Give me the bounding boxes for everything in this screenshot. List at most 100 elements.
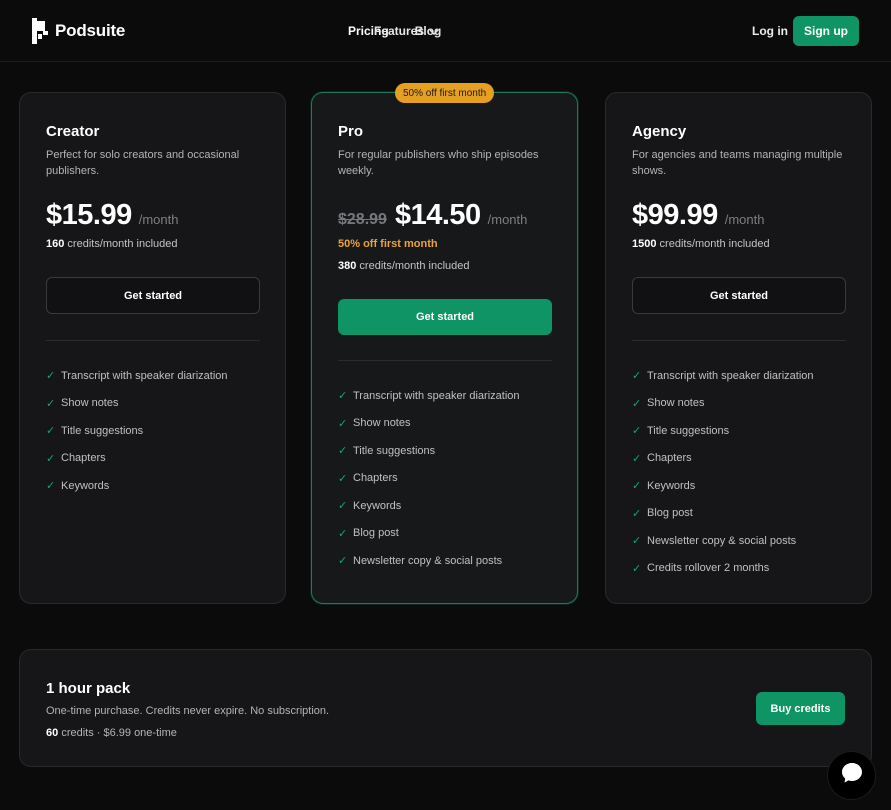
- check-icon: ✓: [46, 370, 56, 383]
- feature-label: Chapters: [353, 472, 398, 485]
- price-period: /month: [724, 212, 765, 227]
- pack-credits: 60 credits · $6.99 one-time: [46, 727, 177, 739]
- nav-features[interactable]: Features: [374, 24, 439, 38]
- credits-count: 1500: [632, 238, 657, 250]
- plan-credits: 380 credits/month included: [338, 260, 469, 272]
- plan-price: $15.99: [46, 199, 132, 231]
- feature-label: Chapters: [61, 452, 106, 465]
- check-icon: ✓: [338, 472, 348, 485]
- feature-item: ✓ Keywords: [338, 492, 520, 520]
- feature-label: Newsletter copy & social posts: [353, 554, 503, 567]
- site-header: Podsuite Features Pricing Blog Log in Si…: [0, 0, 891, 62]
- check-icon: ✓: [338, 417, 348, 430]
- feature-label: Title suggestions: [647, 424, 730, 437]
- original-price: $28.99: [338, 211, 387, 228]
- chat-widget-button[interactable]: [827, 751, 876, 800]
- pack-title: 1 hour pack: [46, 680, 131, 697]
- main-nav: Features Pricing Blog: [348, 24, 441, 38]
- check-icon: ✓: [338, 445, 348, 458]
- feature-item: ✓ Transcript with speaker diarization: [632, 362, 814, 390]
- discount-text: 50% off first month: [338, 238, 438, 250]
- plan-description: Perfect for solo creators and occasional…: [46, 149, 240, 177]
- feature-item: ✓ Title suggestions: [46, 417, 228, 445]
- feature-label: Blog post: [353, 527, 399, 540]
- feature-label: Show notes: [353, 417, 411, 430]
- plan-price: $14.50: [394, 199, 481, 231]
- login-link[interactable]: Log in: [752, 24, 788, 38]
- feature-item: ✓ Chapters: [632, 445, 814, 473]
- credits-count: 380: [338, 260, 357, 272]
- podsuite-logo-icon: [32, 18, 48, 44]
- check-icon: ✓: [632, 535, 642, 548]
- price-period: /month: [487, 212, 528, 227]
- plan-card-agency: Agency For agencies and teams managing m…: [605, 92, 872, 604]
- promo-badge: 50% off first month: [395, 83, 495, 103]
- check-icon: ✓: [338, 500, 348, 513]
- credits-text: credits/month included: [359, 260, 470, 272]
- plan-name: Pro: [338, 123, 364, 140]
- check-icon: ✓: [632, 480, 642, 493]
- feature-item: ✓ Credits rollover 2 months: [632, 555, 814, 583]
- plan-card-creator: Creator Perfect for solo creators and oc…: [19, 92, 286, 604]
- feature-label: Title suggestions: [61, 424, 144, 437]
- brand-name: Podsuite: [55, 21, 126, 40]
- feature-item: ✓ Keywords: [46, 472, 228, 500]
- divider: [46, 340, 260, 341]
- check-icon: ✓: [632, 425, 642, 438]
- feature-item: ✓ Transcript with speaker diarization: [338, 382, 520, 410]
- feature-label: Keywords: [353, 499, 402, 512]
- credits-count: 160: [46, 238, 65, 250]
- price-row: $15.99 /month: [46, 199, 178, 232]
- feature-label: Chapters: [647, 452, 692, 465]
- feature-label: Transcript with speaker diarization: [353, 389, 520, 402]
- check-icon: ✓: [632, 562, 642, 575]
- check-icon: ✓: [632, 452, 642, 465]
- get-started-button[interactable]: Get started: [338, 299, 552, 335]
- feature-label: Newsletter copy & social posts: [647, 534, 797, 547]
- feature-item: ✓ Title suggestions: [338, 437, 520, 465]
- feature-list: ✓ Transcript with speaker diarization ✓ Sh…: [632, 362, 814, 582]
- feature-label: Keywords: [61, 479, 110, 492]
- feature-label: Blog post: [647, 507, 693, 520]
- brand-logo[interactable]: Podsuite: [32, 18, 125, 44]
- check-icon: ✓: [632, 507, 642, 520]
- get-started-button[interactable]: Get started: [632, 277, 846, 314]
- plan-name: Creator: [46, 123, 100, 140]
- feature-item: ✓ Show notes: [632, 390, 814, 418]
- check-icon: ✓: [632, 370, 642, 383]
- pack-credits-text: credits · $6.99 one-time: [61, 727, 177, 739]
- plan-price: $99.99: [632, 199, 718, 231]
- feature-label: Keywords: [647, 479, 696, 492]
- feature-label: Show notes: [647, 397, 705, 410]
- pack-description: One-time purchase. Credits never expire.…: [46, 705, 330, 717]
- feature-item: ✓ Title suggestions: [632, 417, 814, 445]
- feature-item: ✓ Newsletter copy & social posts: [632, 527, 814, 555]
- plan-card-pro: 50% off first month Pro For regular publ…: [311, 83, 578, 604]
- plan-credits: 1500 credits/month included: [632, 238, 770, 250]
- signup-button[interactable]: Sign up: [793, 16, 859, 46]
- price-row: $99.99 /month: [632, 199, 764, 232]
- credits-text: credits/month included: [67, 238, 178, 250]
- price-row: $28.99 $14.50 /month: [338, 199, 527, 232]
- check-icon: ✓: [632, 397, 642, 410]
- feature-item: ✓ Transcript with speaker diarization: [46, 362, 228, 390]
- plan-name: Agency: [632, 123, 687, 140]
- check-icon: ✓: [46, 452, 56, 465]
- buy-credits-button[interactable]: Buy credits: [756, 692, 845, 725]
- feature-label: Show notes: [61, 397, 119, 410]
- feature-item: ✓ Chapters: [46, 445, 228, 473]
- check-icon: ✓: [338, 555, 348, 568]
- divider: [338, 360, 552, 361]
- feature-label: Transcript with speaker diarization: [647, 369, 814, 382]
- feature-list: ✓ Transcript with speaker diarization ✓ Sh…: [338, 382, 520, 575]
- feature-item: ✓ Show notes: [338, 410, 520, 438]
- feature-item: ✓ Newsletter copy & social posts: [338, 547, 520, 575]
- feature-label: Credits rollover 2 months: [647, 562, 770, 575]
- get-started-button[interactable]: Get started: [46, 277, 260, 314]
- divider: [632, 340, 846, 341]
- feature-item: ✓ Chapters: [338, 465, 520, 493]
- check-icon: ✓: [46, 425, 56, 438]
- feature-item: ✓ Show notes: [46, 390, 228, 418]
- check-icon: ✓: [46, 397, 56, 410]
- feature-label: Title suggestions: [353, 444, 436, 457]
